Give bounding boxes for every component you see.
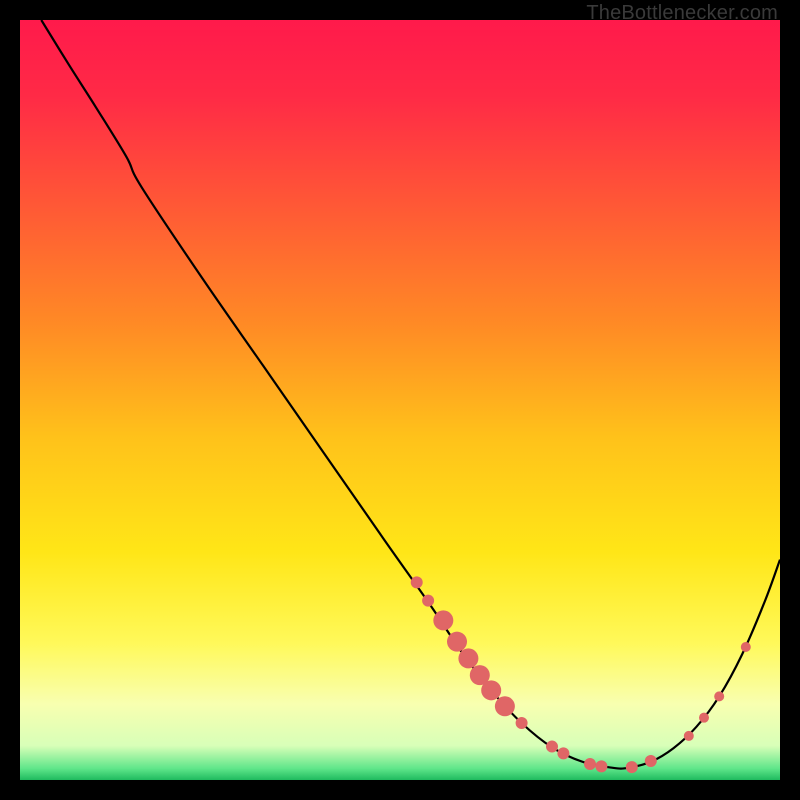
data-point bbox=[516, 717, 528, 729]
data-point bbox=[584, 758, 596, 770]
gradient-background bbox=[20, 20, 780, 780]
data-point bbox=[714, 691, 724, 701]
data-point bbox=[741, 642, 751, 652]
bottleneck-chart bbox=[20, 20, 780, 780]
data-point bbox=[495, 696, 515, 716]
data-point bbox=[481, 680, 501, 700]
data-point bbox=[557, 747, 569, 759]
data-point bbox=[447, 632, 467, 652]
data-point bbox=[626, 761, 638, 773]
data-point bbox=[411, 576, 423, 588]
data-point bbox=[458, 648, 478, 668]
chart-frame bbox=[20, 20, 780, 780]
data-point bbox=[645, 755, 657, 767]
data-point bbox=[595, 760, 607, 772]
data-point bbox=[422, 595, 434, 607]
data-point bbox=[684, 731, 694, 741]
data-point bbox=[433, 610, 453, 630]
data-point bbox=[699, 713, 709, 723]
data-point bbox=[546, 741, 558, 753]
